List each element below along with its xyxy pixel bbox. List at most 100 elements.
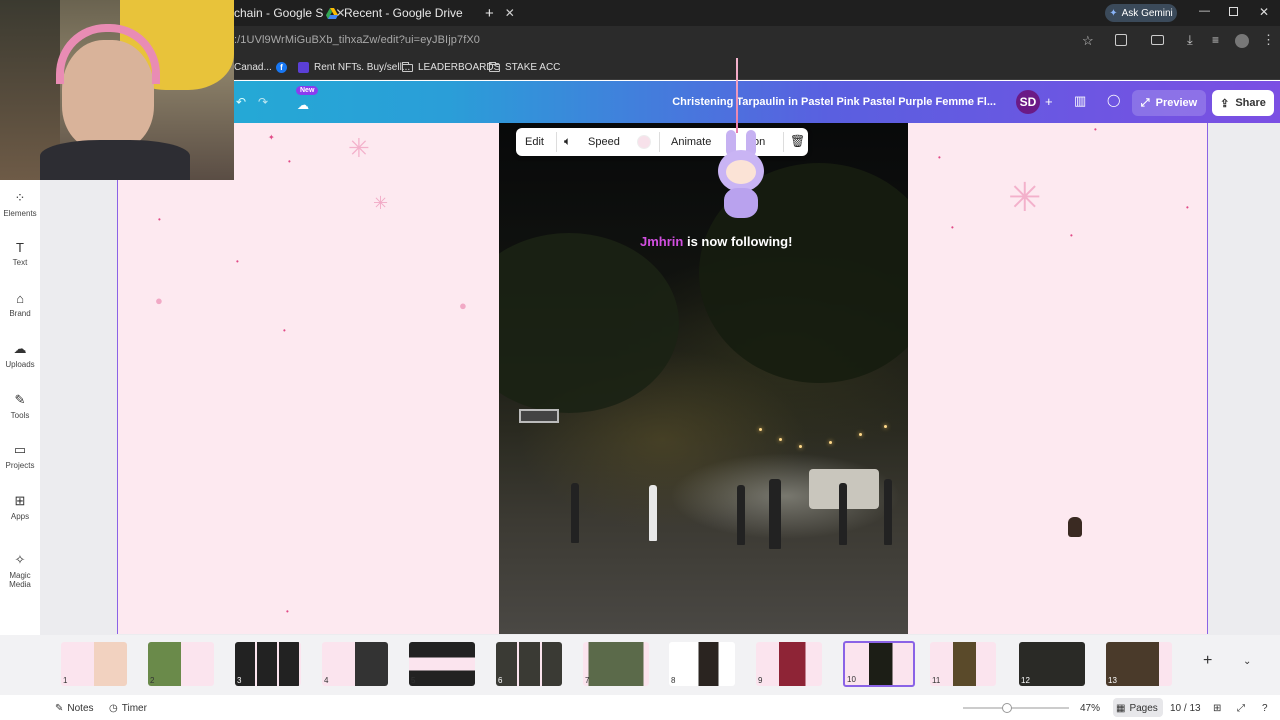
page-thumbnail[interactable]: 13	[1106, 642, 1172, 686]
url-field[interactable]: :/1UVl9WrMiGuBXb_tihxaZw/edit?ui=eyJBIjp…	[234, 34, 480, 46]
speed-button[interactable]: Speed	[588, 136, 620, 148]
timer-button[interactable]: ◷ Timer	[109, 703, 147, 714]
page-number: 7	[585, 676, 590, 685]
share-upload-icon: ⇪	[1220, 97, 1230, 110]
toolbar-divider	[659, 132, 660, 152]
bookmark-label: STAKE ACC	[505, 62, 561, 73]
basketball-hoop	[519, 409, 559, 423]
google-drive-icon	[326, 7, 338, 19]
edit-button[interactable]: Edit	[525, 136, 544, 148]
string-light	[779, 438, 782, 441]
color-swatch[interactable]	[637, 135, 651, 149]
sparkle-decoration: •	[288, 157, 291, 166]
sidebar-item-uploads[interactable]: ☁ Uploads	[0, 341, 40, 369]
pages-button[interactable]: ▦ Pages	[1116, 703, 1158, 714]
bunny-alert-sticker	[716, 58, 768, 222]
cast-icon[interactable]	[1151, 35, 1164, 45]
sidebar-item-magic-media[interactable]: ✧ Magic Media	[0, 552, 40, 589]
person-silhouette	[769, 479, 781, 549]
preview-button[interactable]: ⤢ Preview	[1132, 90, 1206, 116]
extensions-icon[interactable]	[1115, 34, 1127, 46]
zoom-slider-track[interactable]	[963, 707, 1069, 709]
page-thumbnail[interactable]: 3	[235, 642, 301, 686]
profile-avatar[interactable]	[1235, 34, 1249, 48]
string-light	[799, 445, 802, 448]
add-page-icon[interactable]: +	[1203, 652, 1212, 670]
insights-chart-icon[interactable]: ▥	[1074, 93, 1086, 109]
toolbar-divider	[783, 132, 784, 152]
sidebar-item-text[interactable]: T Text	[0, 240, 40, 267]
notes-icon: ✎	[55, 703, 64, 714]
video-element[interactable]	[499, 123, 908, 634]
page-thumbnail[interactable]: 12	[1019, 642, 1085, 686]
page-thumbnail[interactable]: 2	[148, 642, 214, 686]
facebook-icon: f	[276, 62, 287, 73]
page-thumbnail[interactable]: 6	[496, 642, 562, 686]
user-avatar[interactable]: SD	[1016, 90, 1040, 114]
sparkle-decoration: •	[1094, 125, 1097, 134]
grid-view-icon[interactable]: ⊞	[1213, 703, 1221, 714]
reading-list-icon[interactable]: ≡	[1212, 33, 1219, 47]
redo-icon[interactable]: ↷	[258, 95, 268, 109]
page-thumbnail[interactable]: 7	[583, 642, 649, 686]
page-number: 6	[498, 676, 503, 685]
sparkle-decoration: ●	[459, 298, 467, 313]
page-number: 10	[847, 675, 856, 684]
webcam-overlay	[0, 0, 234, 180]
person-silhouette	[571, 483, 579, 543]
sidebar-item-brand[interactable]: ⌂ Brand	[0, 291, 40, 318]
page-number: 2	[150, 676, 155, 685]
sidebar-item-tools[interactable]: ✎ Tools	[0, 392, 40, 420]
sidebar-item-apps[interactable]: ⊞ Apps	[0, 493, 40, 521]
close-window-icon[interactable]: ✕	[1259, 5, 1269, 19]
bookmark-stake-acc[interactable]: STAKE ACC	[489, 61, 561, 73]
page-thumbnail[interactable]: 1	[61, 642, 127, 686]
ask-gemini-button[interactable]: ✦ Ask Gemini	[1105, 4, 1177, 22]
sticker-figure[interactable]	[1068, 517, 1082, 537]
undo-icon[interactable]: ↶	[236, 95, 246, 109]
pages-icon: ▦	[1116, 703, 1126, 714]
bunny-face	[726, 160, 756, 184]
string-light	[859, 433, 862, 436]
bookmark-rent-nfts[interactable]: Rent NFTs. Buy/sell...	[298, 62, 410, 73]
sparkle-decoration: ✳	[348, 133, 370, 163]
page-number: 1	[63, 676, 68, 685]
share-label: Share	[1235, 97, 1266, 109]
page-thumbnail[interactable]: 11	[930, 642, 996, 686]
page-thumbnail[interactable]: 8	[669, 642, 735, 686]
trash-icon[interactable]: 🗑︎	[790, 134, 805, 148]
share-button[interactable]: ⇪ Share	[1212, 90, 1274, 116]
sparkle-decoration: ✦	[268, 133, 275, 142]
fullscreen-icon[interactable]: ⤢	[1237, 703, 1245, 714]
page-thumbnail-selected[interactable]: 10	[843, 641, 915, 687]
bookmark-star-icon[interactable]: ☆	[1082, 33, 1094, 49]
cloud-save-icon[interactable]: ☁	[297, 98, 309, 112]
volume-icon[interactable]: 🔈︎	[564, 134, 571, 149]
bookmark-facebook[interactable]: f	[276, 62, 287, 73]
download-icon[interactable]: ⤓	[1187, 32, 1193, 48]
sidebar-item-label: Uploads	[5, 360, 35, 369]
bookmark-leaderboards[interactable]: LEADERBOARDS	[402, 61, 500, 73]
animate-button[interactable]: Animate	[671, 136, 711, 148]
comment-icon[interactable]: ◯	[1107, 93, 1120, 107]
help-icon[interactable]: ?	[1262, 703, 1268, 714]
bookmark-canada[interactable]: Canad...	[234, 62, 272, 73]
page-thumbnail[interactable]: 9	[756, 642, 822, 686]
add-collaborator-icon[interactable]: +	[1045, 94, 1053, 109]
more-menu-icon[interactable]: ⋮	[1262, 32, 1275, 48]
close-tab-icon[interactable]: ✕	[505, 6, 515, 20]
sidebar-item-elements[interactable]: ⁘ Elements	[0, 190, 40, 218]
restore-icon[interactable]	[1229, 7, 1238, 16]
chevron-down-icon[interactable]: ⌄	[1243, 656, 1251, 667]
sidebar-item-label: Projects	[5, 461, 35, 470]
zoom-level[interactable]: 47%	[1080, 703, 1100, 714]
zoom-slider-handle[interactable]	[1002, 703, 1012, 713]
page-thumbnail[interactable]: 4	[322, 642, 388, 686]
new-tab-button[interactable]: +	[485, 2, 494, 24]
minimize-icon[interactable]: —	[1199, 5, 1210, 17]
page-thumbnail[interactable]: 5	[409, 642, 475, 686]
notes-button[interactable]: ✎ Notes	[55, 703, 94, 714]
document-title[interactable]: Christening Tarpaulin in Pastel Pink Pas…	[672, 96, 996, 108]
sidebar-item-projects[interactable]: ▭ Projects	[0, 442, 40, 470]
string-light	[759, 428, 762, 431]
